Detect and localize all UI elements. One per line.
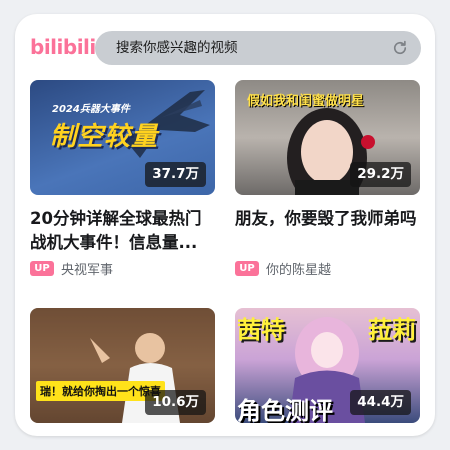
up-badge: UP <box>30 260 54 276</box>
feed-card: bilibili 搜索你感兴趣的视频 2024兵器大事件 制空较量 37.7万 … <box>15 14 435 436</box>
video-title[interactable]: 20分钟详解全球最热门战机大事件！信息量... <box>30 207 215 255</box>
author-row[interactable]: UP 你的陈星越 <box>235 259 331 278</box>
thumb-caption-top: 2024兵器大事件 <box>52 104 130 115</box>
thumb-caption-right: 菈莉 <box>368 316 416 344</box>
thumb-caption-bottom: 角色测评 <box>237 397 333 423</box>
bilibili-logo[interactable]: bilibili <box>30 36 96 58</box>
author-name[interactable]: 央视军事 <box>61 259 113 278</box>
author-name[interactable]: 你的陈星越 <box>266 259 331 278</box>
author-row[interactable]: UP 央视军事 <box>30 259 113 278</box>
video-thumbnail[interactable]: 2024兵器大事件 制空较量 37.7万 <box>30 80 215 195</box>
thumb-caption: 假如我和闺蜜做明星 <box>247 94 365 109</box>
video-thumbnail[interactable]: 瑞！就给你掏出一个惊喜 10.6万 <box>30 308 215 423</box>
view-count: 37.7万 <box>145 162 206 187</box>
video-title[interactable]: 朋友，你要毁了我师弟吗 <box>235 207 420 255</box>
thumb-caption: 制空较量 <box>50 122 159 152</box>
view-count: 44.4万 <box>350 390 411 415</box>
video-thumbnail[interactable]: 茜特 菈莉 角色测评 44.4万 <box>235 308 420 423</box>
video-thumbnail[interactable]: 假如我和闺蜜做明星 29.2万 <box>235 80 420 195</box>
search-bar[interactable]: 搜索你感兴趣的视频 <box>95 31 421 65</box>
view-count: 10.6万 <box>145 390 206 415</box>
thumb-caption-left: 茜特 <box>237 316 285 344</box>
up-badge: UP <box>235 260 259 276</box>
view-count: 29.2万 <box>350 162 411 187</box>
search-input[interactable]: 搜索你感兴趣的视频 <box>116 40 238 56</box>
refresh-icon[interactable] <box>391 39 409 57</box>
